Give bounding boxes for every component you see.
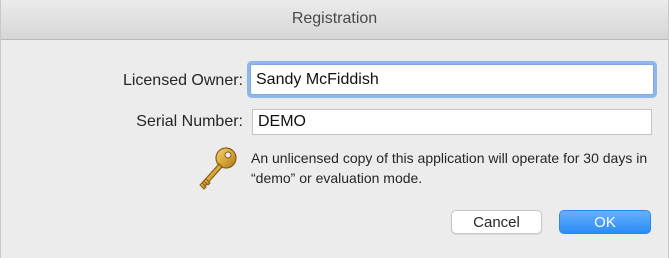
serial-number-value: DEMO: [258, 113, 306, 130]
serial-number-label: Serial Number:: [136, 113, 243, 130]
title-bar[interactable]: Registration: [1, 0, 668, 40]
licensed-owner-field[interactable]: Sandy McFiddish: [250, 64, 654, 95]
ok-button[interactable]: OK: [559, 210, 651, 234]
key-icon: [199, 147, 237, 190]
registration-dialog: Registration Licensed Owner: Sandy McFid…: [0, 0, 669, 258]
window-title: Registration: [291, 10, 378, 27]
licensed-owner-label: Licensed Owner:: [122, 72, 243, 89]
serial-number-field[interactable]: DEMO: [252, 109, 652, 135]
cancel-button[interactable]: Cancel: [451, 210, 542, 234]
licensed-owner-value: Sandy McFiddish: [256, 70, 379, 88]
demo-notice-text: An unlicensed copy of this application w…: [251, 150, 648, 186]
